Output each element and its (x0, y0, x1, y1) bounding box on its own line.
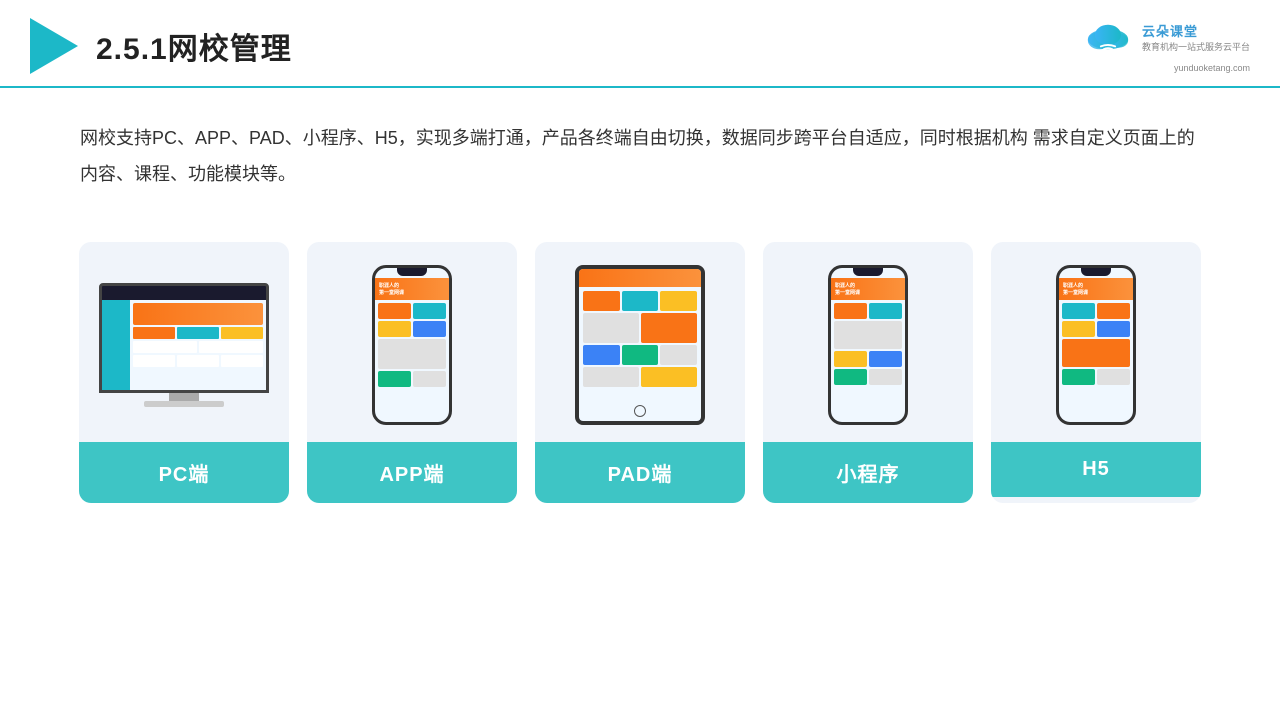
phone-screen-mini: 职涯人的第一堂网课 (831, 268, 905, 422)
card-pad-image (535, 242, 745, 442)
cards-container: PC端 职涯人的第一堂网课 (0, 222, 1280, 533)
tablet-screen (579, 269, 701, 421)
cloud-icon (1078, 19, 1138, 55)
card-pc: PC端 (79, 242, 289, 503)
phone-notch-h5 (1081, 268, 1111, 276)
logo-triangle-icon (30, 18, 78, 74)
pc-mockup (99, 283, 269, 407)
card-app-label: APP端 (307, 442, 517, 503)
page-title: 2.5.1网校管理 (96, 24, 292, 68)
brand-url: yunduoketang.com (1174, 63, 1250, 73)
pc-screen (99, 283, 269, 393)
card-h5-label: H5 (991, 442, 1201, 497)
phone-mockup-h5: 职涯人的第一堂网课 (1056, 265, 1136, 425)
card-miniprogram-image: 职涯人的第一堂网课 (763, 242, 973, 442)
tablet-mockup (575, 265, 705, 425)
brand-text: 云朵课堂 教育机构一站式服务云平台 (1142, 21, 1250, 53)
tablet-home-button (634, 405, 646, 417)
header-left: 2.5.1网校管理 (30, 18, 292, 74)
phone-screen: 职涯人的第一堂网课 (375, 268, 449, 422)
card-miniprogram: 职涯人的第一堂网课 (763, 242, 973, 503)
card-pad: PAD端 (535, 242, 745, 503)
phone-header-h5: 职涯人的第一堂网课 (1059, 278, 1133, 300)
card-pad-label: PAD端 (535, 442, 745, 503)
card-miniprogram-label: 小程序 (763, 442, 973, 503)
card-pc-label: PC端 (79, 442, 289, 503)
phone-header-mini: 职涯人的第一堂网课 (831, 278, 905, 300)
card-pc-image (79, 242, 289, 442)
card-app-image: 职涯人的第一堂网课 (307, 242, 517, 442)
phone-screen-h5: 职涯人的第一堂网课 (1059, 268, 1133, 422)
brand-logo: 云朵课堂 教育机构一站式服务云平台 yunduoketang.com (1078, 19, 1250, 73)
phone-mockup-app: 职涯人的第一堂网课 (372, 265, 452, 425)
card-h5-image: 职涯人的第一堂网课 (991, 242, 1201, 442)
card-h5: 职涯人的第一堂网课 (991, 242, 1201, 503)
phone-mockup-mini: 职涯人的第一堂网课 (828, 265, 908, 425)
phone-header: 职涯人的第一堂网课 (375, 278, 449, 300)
brand-slogan: 教育机构一站式服务云平台 (1142, 40, 1250, 53)
header: 2.5.1网校管理 (0, 0, 1280, 88)
phone-notch (397, 268, 427, 276)
brand-top: 云朵课堂 教育机构一站式服务云平台 (1078, 19, 1250, 55)
card-app: 职涯人的第一堂网课 (307, 242, 517, 503)
phone-notch-mini (853, 268, 883, 276)
description-text: 网校支持PC、APP、PAD、小程序、H5，实现多端打通，产品各终端自由切换，数… (0, 88, 1280, 212)
brand-name: 云朵课堂 (1142, 21, 1198, 40)
